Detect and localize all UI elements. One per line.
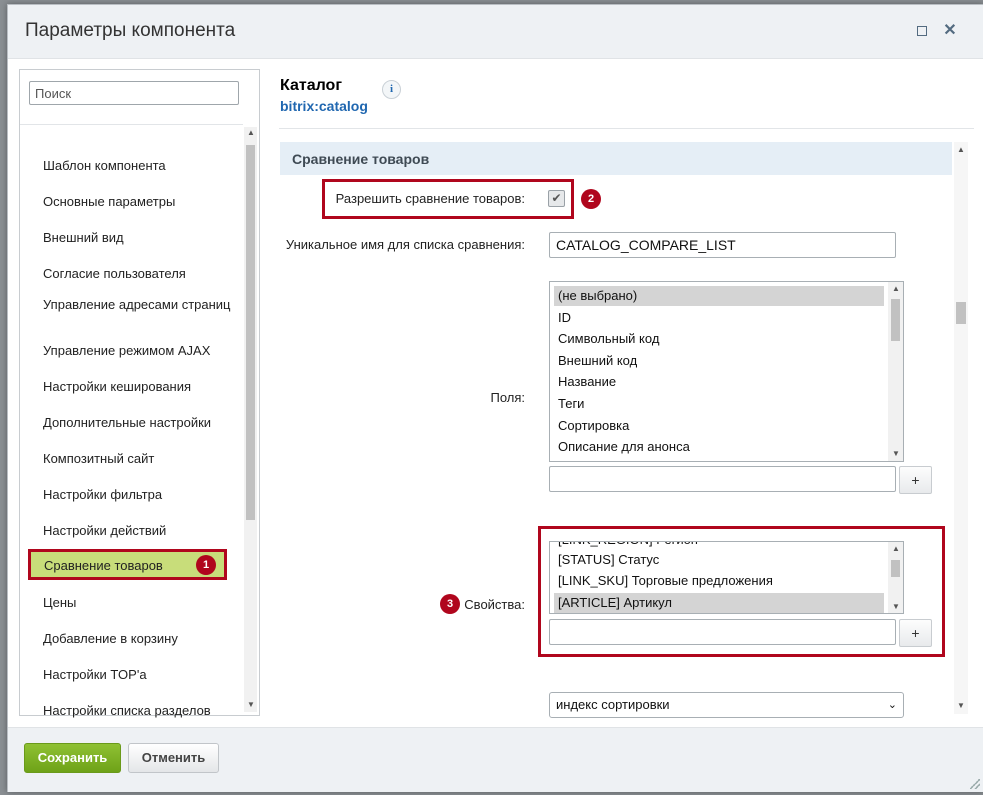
sidebar-item-user-consent[interactable]: Согласие пользователя [43, 266, 238, 282]
chevron-down-icon: ⌄ [887, 699, 897, 711]
fields-option[interactable]: Название [554, 372, 884, 392]
properties-add-button[interactable]: + [899, 619, 932, 647]
sidebar-item-main-params[interactable]: Основные параметры [43, 194, 238, 210]
fields-option[interactable]: Теги [554, 394, 884, 414]
annotation-badge-2: 2 [581, 189, 601, 209]
sidebar-divider [20, 124, 243, 125]
sidebar-item-url-management[interactable]: Управление адресами страниц [43, 297, 238, 313]
sort-select[interactable]: индекс сортировки ⌄ [549, 692, 904, 718]
sidebar-item-compare-label: Сравнение товаров [44, 558, 163, 573]
fields-option[interactable]: Сортировка [554, 416, 884, 436]
content-scroll-thumb[interactable] [956, 302, 966, 324]
component-code: bitrix:catalog [280, 98, 368, 114]
compare-name-input[interactable]: CATALOG_COMPARE_LIST [549, 232, 896, 258]
fields-scroll-thumb[interactable] [891, 299, 900, 341]
search-input[interactable] [29, 81, 239, 105]
scroll-up-arrow-icon[interactable]: ▲ [247, 128, 255, 137]
sidebar-item-caching[interactable]: Настройки кеширования [43, 379, 238, 395]
scroll-up-arrow-icon[interactable]: ▲ [892, 284, 900, 293]
annotation-badge-1: 1 [196, 555, 216, 575]
fields-option[interactable]: ID [554, 308, 884, 328]
properties-option[interactable]: [ARTICLE] Артикул [554, 593, 884, 613]
fields-add-button[interactable]: + [899, 466, 932, 494]
properties-label: Свойства: [464, 597, 525, 612]
properties-option[interactable]: [LINK_SKU] Торговые предложения [554, 571, 884, 591]
dialog-title: Параметры компонента [25, 20, 236, 41]
properties-extra-input[interactable] [549, 619, 896, 645]
annotation-badge-3: 3 [440, 594, 460, 614]
dialog-titlebar[interactable]: Параметры компонента ✕ [8, 5, 983, 59]
sidebar-item-appearance[interactable]: Внешний вид [43, 230, 238, 246]
scroll-down-arrow-icon[interactable]: ▼ [247, 700, 255, 709]
properties-option-partial[interactable]: [LINK_REGION] Регион [554, 542, 884, 550]
section-title: Сравнение товаров [292, 151, 430, 167]
sort-select-value: индекс сортировки [556, 697, 670, 712]
properties-option[interactable]: [STATUS] Статус [554, 550, 884, 570]
sidebar-item-actions[interactable]: Настройки действий [43, 523, 238, 539]
sidebar-item-template[interactable]: Шаблон компонента [43, 158, 238, 174]
maximize-icon[interactable] [914, 23, 930, 39]
component-params-dialog: Параметры компонента ✕ Шаблон компонента… [7, 4, 983, 792]
save-button[interactable]: Сохранить [24, 743, 121, 773]
sidebar-item-prices[interactable]: Цены [43, 595, 238, 611]
sidebar-item-add-to-cart[interactable]: Добавление в корзину [43, 631, 238, 647]
check-icon: ✔ [551, 191, 562, 205]
properties-scroll-thumb[interactable] [891, 560, 900, 577]
allow-compare-label: Разрешить сравнение товаров: [335, 191, 525, 206]
scroll-down-arrow-icon[interactable]: ▼ [957, 701, 965, 710]
scroll-up-arrow-icon[interactable]: ▲ [892, 544, 900, 553]
sidebar-scroll-thumb[interactable] [246, 145, 255, 520]
compare-name-label: Уникальное имя для списка сравнения: [285, 237, 525, 252]
component-title: Каталог [280, 77, 342, 94]
sidebar-item-additional[interactable]: Дополнительные настройки [43, 415, 238, 431]
fields-option[interactable]: (не выбрано) [554, 286, 884, 306]
sidebar-item-ajax-mode[interactable]: Управление режимом AJAX [43, 343, 238, 359]
fields-listbox[interactable]: (не выбрано) ID Символьный код Внешний к… [549, 281, 904, 462]
fields-extra-input[interactable] [549, 466, 896, 492]
sidebar-item-composite[interactable]: Композитный сайт [43, 451, 238, 467]
sidebar: Шаблон компонента Основные параметры Вне… [19, 69, 260, 719]
sidebar-item-compare[interactable]: Сравнение товаров 1 [28, 549, 227, 580]
sidebar-item-section-list[interactable]: Настройки списка разделов [43, 703, 238, 719]
allow-compare-checkbox[interactable]: ✔ [548, 190, 565, 207]
fields-label: Поля: [490, 390, 525, 405]
sidebar-scrollbar[interactable]: ▲ ▼ [244, 127, 257, 712]
content-scrollbar[interactable]: ▲ ▼ [954, 142, 968, 714]
scroll-down-arrow-icon[interactable]: ▼ [892, 449, 900, 458]
cancel-button[interactable]: Отменить [128, 743, 219, 773]
scroll-down-arrow-icon[interactable]: ▼ [892, 602, 900, 611]
dialog-footer: Сохранить Отменить [8, 727, 983, 792]
fields-scrollbar[interactable]: ▲ ▼ [888, 282, 903, 461]
sidebar-item-top[interactable]: Настройки TOP'а [43, 667, 238, 683]
content-divider [279, 128, 974, 129]
fields-option[interactable]: Внешний код [554, 351, 884, 371]
sidebar-item-filter[interactable]: Настройки фильтра [43, 487, 238, 503]
fields-option[interactable]: Символьный код [554, 329, 884, 349]
properties-scrollbar[interactable]: ▲ ▼ [888, 542, 903, 613]
close-icon[interactable]: ✕ [942, 23, 958, 39]
section-header: Сравнение товаров [280, 142, 952, 175]
resize-handle-icon[interactable] [970, 779, 980, 789]
info-icon[interactable]: i [382, 80, 401, 99]
fields-option[interactable]: Описание для анонса [554, 437, 884, 457]
scroll-up-arrow-icon[interactable]: ▲ [957, 145, 965, 154]
properties-listbox[interactable]: [LINK_REGION] Регион [STATUS] Статус [LI… [549, 541, 904, 614]
